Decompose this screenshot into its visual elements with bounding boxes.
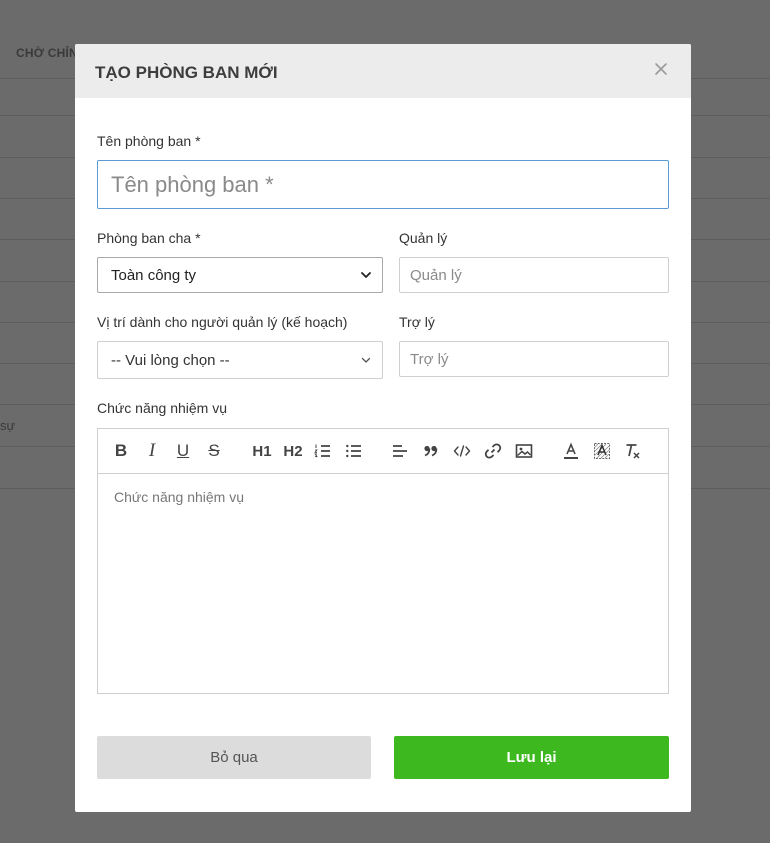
code-icon [453, 445, 471, 457]
cancel-button[interactable]: Bỏ qua [97, 736, 371, 779]
duties-editor-area[interactable]: Chức năng nhiệm vụ [98, 474, 668, 694]
background-color-button[interactable] [591, 440, 613, 462]
chevron-down-icon [361, 357, 371, 363]
manager-label: Quản lý [399, 230, 448, 246]
bold-button[interactable]: B [110, 440, 132, 462]
heading1-icon: H1 [252, 442, 272, 460]
manager-input[interactable] [399, 257, 669, 293]
parent-department-label: Phòng ban cha * [97, 230, 201, 246]
image-button[interactable] [513, 440, 535, 462]
modal-title: TẠO PHÒNG BAN MỚI [95, 63, 278, 82]
ordered-list-button[interactable] [312, 440, 334, 462]
chevron-down-icon [361, 272, 371, 278]
heading1-button[interactable]: H1 [249, 440, 275, 462]
strikethrough-button[interactable]: S [203, 440, 225, 462]
align-left-icon [393, 445, 407, 457]
clear-format-button[interactable] [622, 440, 644, 462]
text-color-icon [564, 442, 578, 459]
department-name-input[interactable] [97, 160, 669, 209]
ordered-list-icon [314, 444, 330, 458]
assistant-input[interactable] [399, 341, 669, 377]
bullet-list-icon [346, 444, 361, 458]
underline-icon: U [176, 441, 190, 460]
save-button[interactable]: Lưu lại [394, 736, 669, 779]
editor-toolbar: B I U S H1 H2 [98, 429, 668, 474]
manager-position-value: -- Vui lòng chọn -- [111, 351, 230, 369]
assistant-label: Trợ lý [399, 314, 435, 330]
duties-placeholder: Chức năng nhiệm vụ [114, 489, 244, 505]
manager-position-select[interactable]: -- Vui lòng chọn -- [97, 341, 383, 379]
strikethrough-icon: S [208, 441, 220, 460]
align-left-button[interactable] [389, 440, 411, 462]
link-icon [484, 443, 502, 459]
heading2-button[interactable]: H2 [280, 440, 306, 462]
code-block-button[interactable] [451, 440, 473, 462]
text-color-button[interactable] [560, 440, 582, 462]
bold-icon: B [114, 441, 128, 460]
quote-icon [424, 445, 438, 457]
bg-cell-text: sự [0, 418, 16, 433]
department-name-label: Tên phòng ban * [97, 133, 201, 149]
rich-text-editor: B I U S H1 H2 Chức năng nhiệm vụ [97, 428, 669, 694]
italic-icon: I [148, 440, 156, 461]
link-button[interactable] [482, 440, 504, 462]
bg-column-header: CHỜ CHỈN [16, 46, 78, 60]
manager-position-label: Vị trí dành cho người quản lý (kế hoạch) [97, 314, 348, 330]
italic-button[interactable]: I [141, 440, 163, 462]
heading2-icon: H2 [283, 442, 303, 460]
blockquote-button[interactable] [420, 440, 442, 462]
image-icon [515, 444, 533, 458]
bullet-list-button[interactable] [343, 440, 365, 462]
clear-format-icon [626, 444, 640, 459]
underline-button[interactable]: U [172, 440, 194, 462]
duties-label: Chức năng nhiệm vụ [97, 400, 227, 416]
close-button[interactable] [651, 59, 671, 79]
parent-department-value: Toàn công ty [111, 266, 197, 284]
modal-header: TẠO PHÒNG BAN MỚI [75, 44, 691, 98]
background-color-icon [594, 443, 610, 459]
create-department-modal: TẠO PHÒNG BAN MỚI Tên phòng ban * Phòng … [75, 44, 691, 812]
parent-department-select[interactable]: Toàn công ty [97, 257, 383, 293]
close-icon [655, 63, 667, 75]
